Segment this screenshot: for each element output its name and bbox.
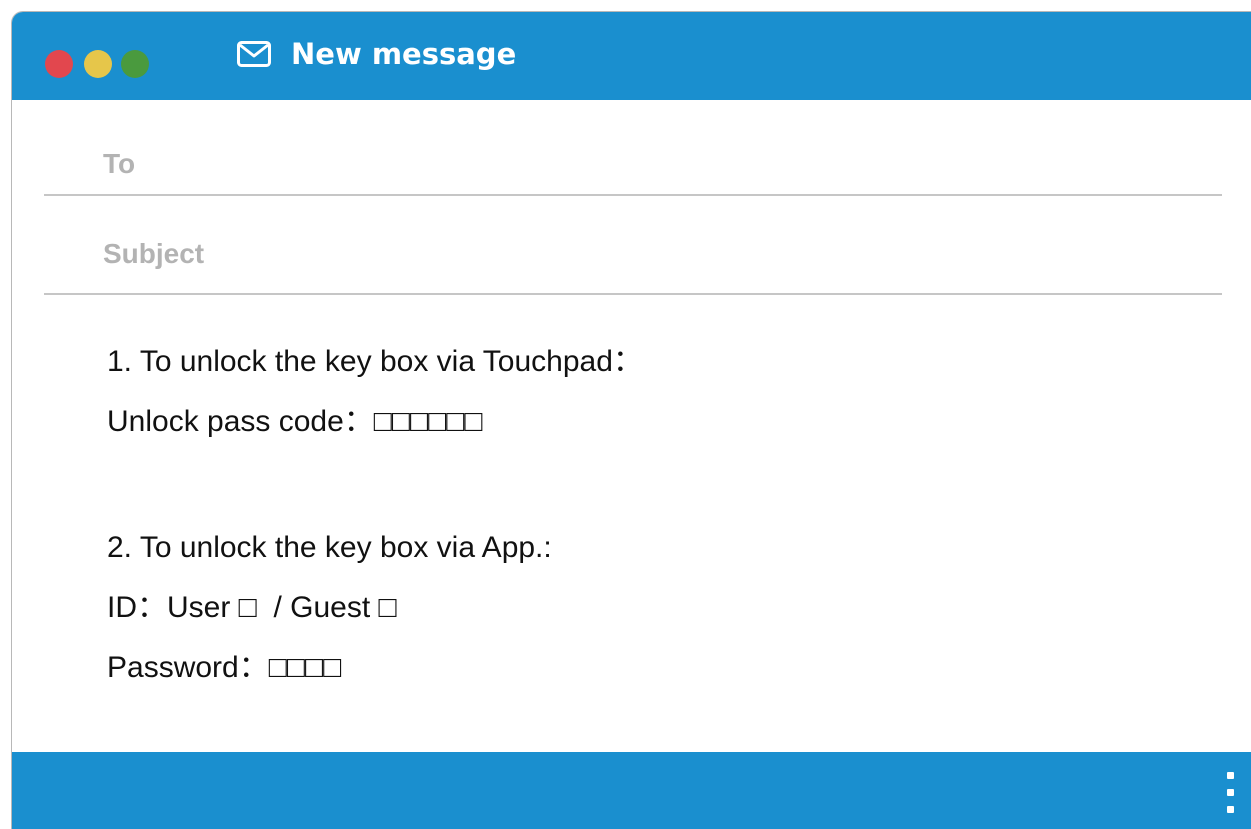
envelope-icon	[237, 41, 271, 67]
footer-bar	[12, 752, 1251, 829]
to-field[interactable]: To	[44, 140, 1222, 196]
message-body[interactable]: 1. To unlock the key box via Touchpad： U…	[107, 342, 643, 708]
message-line-password: Password：□□□□	[107, 651, 342, 684]
message-line-pass-code: Unlock pass code：□□□□□□	[107, 405, 483, 438]
window-title-text: New message	[291, 37, 517, 71]
maximize-window-button[interactable]	[121, 50, 149, 78]
title-bar: New message	[12, 12, 1251, 100]
to-placeholder: To	[103, 148, 136, 179]
minimize-window-button[interactable]	[84, 50, 112, 78]
message-line-app-heading: 2. To unlock the key box via App.:	[107, 531, 552, 564]
subject-field[interactable]: Subject	[44, 234, 1222, 295]
subject-placeholder: Subject	[103, 238, 205, 269]
more-vertical-icon[interactable]	[1224, 772, 1236, 828]
message-line-touchpad-heading: 1. To unlock the key box via Touchpad：	[107, 345, 643, 378]
message-window: New message To Subject 1. To unlock the …	[11, 11, 1251, 829]
close-window-button[interactable]	[45, 50, 73, 78]
window-title: New message	[237, 34, 516, 74]
message-line-id: ID：User □ / Guest □	[107, 591, 397, 624]
